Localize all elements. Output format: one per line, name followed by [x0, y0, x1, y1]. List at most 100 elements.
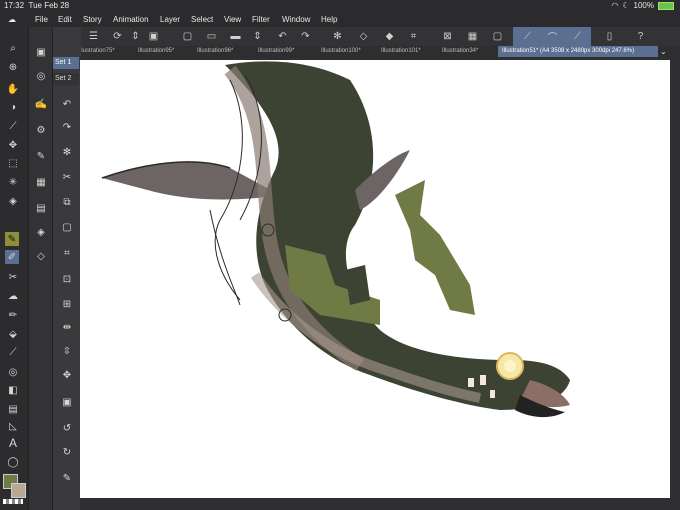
hamburger-menu-icon[interactable]: ☰ — [86, 29, 101, 44]
layer-icon[interactable]: ▣ — [146, 29, 161, 44]
redo-icon[interactable]: ↷ — [60, 120, 74, 134]
hand-icon[interactable]: ✋ — [6, 82, 20, 96]
blend-icon[interactable]: ☁ — [6, 289, 20, 303]
gear-rotate-icon[interactable]: ⟳ — [110, 29, 125, 44]
pencil-icon[interactable]: ✏ — [6, 308, 20, 322]
brush-settings-icon[interactable]: ⚙ — [34, 123, 48, 137]
zoom-icon[interactable]: ⊕ — [6, 60, 20, 74]
selection-icon[interactable]: ⬚ — [6, 156, 20, 170]
tab-illustration95[interactable]: Illustration95* — [138, 46, 194, 57]
canvas-area[interactable] — [80, 57, 680, 510]
cut-icon[interactable]: ✂ — [60, 170, 74, 184]
layer-panel-icon[interactable]: ▣ — [34, 45, 48, 59]
smudge-icon[interactable]: ⟋ — [6, 345, 20, 359]
set-1-tab[interactable]: Set 1 — [53, 57, 79, 69]
open-folder-icon[interactable]: ▭ — [204, 29, 219, 44]
help-icon[interactable]: ? — [633, 29, 648, 44]
navigator-icon[interactable]: ◎ — [34, 69, 48, 83]
pen-tool-active-icon[interactable]: ✎ — [5, 232, 19, 246]
status-time: 17:32 — [4, 1, 25, 10]
menu-view[interactable]: View — [224, 12, 241, 27]
fill-bucket-icon[interactable]: ⬙ — [6, 327, 20, 341]
undo-icon[interactable]: ↶ — [60, 97, 74, 111]
crop-icon[interactable]: ⌗ — [406, 29, 421, 44]
search-icon[interactable]: ⌕ — [6, 41, 20, 55]
menu-edit[interactable]: Edit — [58, 12, 72, 27]
mesh-transform-icon[interactable]: ⊞ — [60, 297, 74, 311]
updown-arrows-icon[interactable]: ⇕ — [250, 29, 265, 44]
battery-icon — [658, 2, 674, 10]
magic-wand-icon[interactable]: ✳ — [6, 175, 20, 189]
flip-vertical-icon[interactable]: ⇳ — [60, 344, 74, 358]
rotate-view-icon[interactable]: ◑ — [6, 100, 20, 114]
menu-filter[interactable]: Filter — [252, 12, 270, 27]
tab-illustration99[interactable]: Illustration99* — [258, 46, 318, 57]
rotate-right-icon[interactable]: ↻ — [60, 445, 74, 459]
brush-size-icon[interactable]: ✍ — [34, 97, 48, 111]
gradient-icon[interactable]: ◧ — [6, 383, 20, 397]
new-file-icon[interactable]: ▢ — [180, 29, 195, 44]
loading-dots-icon[interactable]: ✻ — [330, 29, 345, 44]
tab-illustration100[interactable]: Illustration100* — [321, 46, 379, 57]
fill-icon[interactable]: ◆ — [382, 29, 397, 44]
tab-illustration101[interactable]: Illustration101* — [381, 46, 439, 57]
sub-color-swatch[interactable] — [11, 483, 26, 498]
redo-icon[interactable]: ↷ — [298, 29, 313, 44]
paste-icon[interactable]: ▢ — [60, 220, 74, 234]
select-all-icon[interactable]: ▦ — [465, 29, 480, 44]
decoration-icon[interactable]: ✂ — [6, 270, 20, 284]
menu-window[interactable]: Window — [282, 12, 310, 27]
menu-bar: ☁ File Edit Story Animation Layer Select… — [0, 12, 680, 27]
tab-illustration34[interactable]: Illustration34* — [442, 46, 498, 57]
scale-icon[interactable]: ⌗ — [60, 246, 74, 260]
airbrush-icon[interactable]: ◎ — [6, 365, 20, 379]
eraser-icon[interactable]: ◈ — [6, 194, 20, 208]
figure-icon[interactable]: ▤ — [6, 402, 20, 416]
move-icon[interactable]: ✥ — [6, 138, 20, 152]
deselect-icon[interactable]: ▢ — [490, 29, 505, 44]
settings-wrench-icon[interactable]: ✎ — [60, 471, 74, 485]
loading-icon[interactable]: ✻ — [60, 145, 74, 159]
balloon-icon[interactable]: ◯ — [6, 455, 20, 469]
menu-help[interactable]: Help — [321, 12, 337, 27]
copy-icon[interactable]: ⧉ — [60, 195, 74, 209]
eyedropper-icon[interactable]: ⟋ — [6, 119, 20, 133]
tab-illustration51[interactable]: Illustration51* (A4 3508 x 2480px 300dpi… — [498, 46, 658, 57]
menu-file[interactable]: File — [35, 12, 48, 27]
canvas-size-icon[interactable]: ▣ — [60, 395, 74, 409]
layer-property-icon[interactable]: ◇ — [34, 249, 48, 263]
undo-icon[interactable]: ↶ — [275, 29, 290, 44]
snap-grid-icon[interactable]: ⟋ — [570, 29, 585, 44]
chevron-down-icon[interactable]: ⌄ — [660, 46, 672, 57]
command-bar: ☰ ⟳ ⇕ ▣ ▢ ▭ ▬ ⇕ ↶ ↷ ✻ ◇ ◆ ⌗ ⊠ ▦ ▢ ⟋ ⌒ ⟋ … — [80, 27, 680, 47]
snap-special-ruler-icon[interactable]: ⌒ — [545, 29, 560, 44]
color-set-icon[interactable]: ▤ — [34, 201, 48, 215]
flip-horizontal-icon[interactable]: ⇹ — [60, 320, 74, 334]
free-transform-icon[interactable]: ⊡ — [60, 272, 74, 286]
rotate-left-icon[interactable]: ↺ — [60, 421, 74, 435]
move-layer-icon[interactable]: ✥ — [60, 368, 74, 382]
transparent-color-swatch[interactable] — [3, 499, 23, 504]
quick-access-panel: ↶ ↷ ✻ ✂ ⧉ ▢ ⌗ ⊡ ⊞ ⇹ ⇳ ✥ ▣ ↺ ↻ ✎ — [52, 27, 81, 510]
frame-icon[interactable]: ◺ — [6, 419, 20, 433]
tool-property-icon[interactable]: ✎ — [34, 149, 48, 163]
tab-illustration75[interactable]: llustration75* — [80, 46, 136, 57]
text-icon[interactable]: A — [6, 436, 20, 450]
menu-animation[interactable]: Animation — [113, 12, 149, 27]
canvas-paper[interactable] — [80, 60, 670, 498]
updown-arrows-icon[interactable]: ⇕ — [128, 29, 143, 44]
device-icon[interactable]: ▯ — [602, 29, 617, 44]
snap-ruler-icon[interactable]: ⟋ — [520, 29, 535, 44]
material-icon[interactable]: ◈ — [34, 225, 48, 239]
save-icon[interactable]: ▬ — [228, 29, 243, 44]
transform-icon[interactable]: ⊠ — [440, 29, 455, 44]
app-logo-icon[interactable]: ☁ — [8, 12, 16, 27]
menu-select[interactable]: Select — [191, 12, 213, 27]
clear-icon[interactable]: ◇ — [356, 29, 371, 44]
menu-story[interactable]: Story — [83, 12, 102, 27]
menu-layer[interactable]: Layer — [160, 12, 180, 27]
brush-icon[interactable]: ✐ — [5, 250, 19, 264]
tab-illustration96[interactable]: Illustration96* — [197, 46, 255, 57]
set-2-tab[interactable]: Set 2 — [53, 73, 79, 85]
color-circle-icon[interactable]: ▦ — [34, 175, 48, 189]
